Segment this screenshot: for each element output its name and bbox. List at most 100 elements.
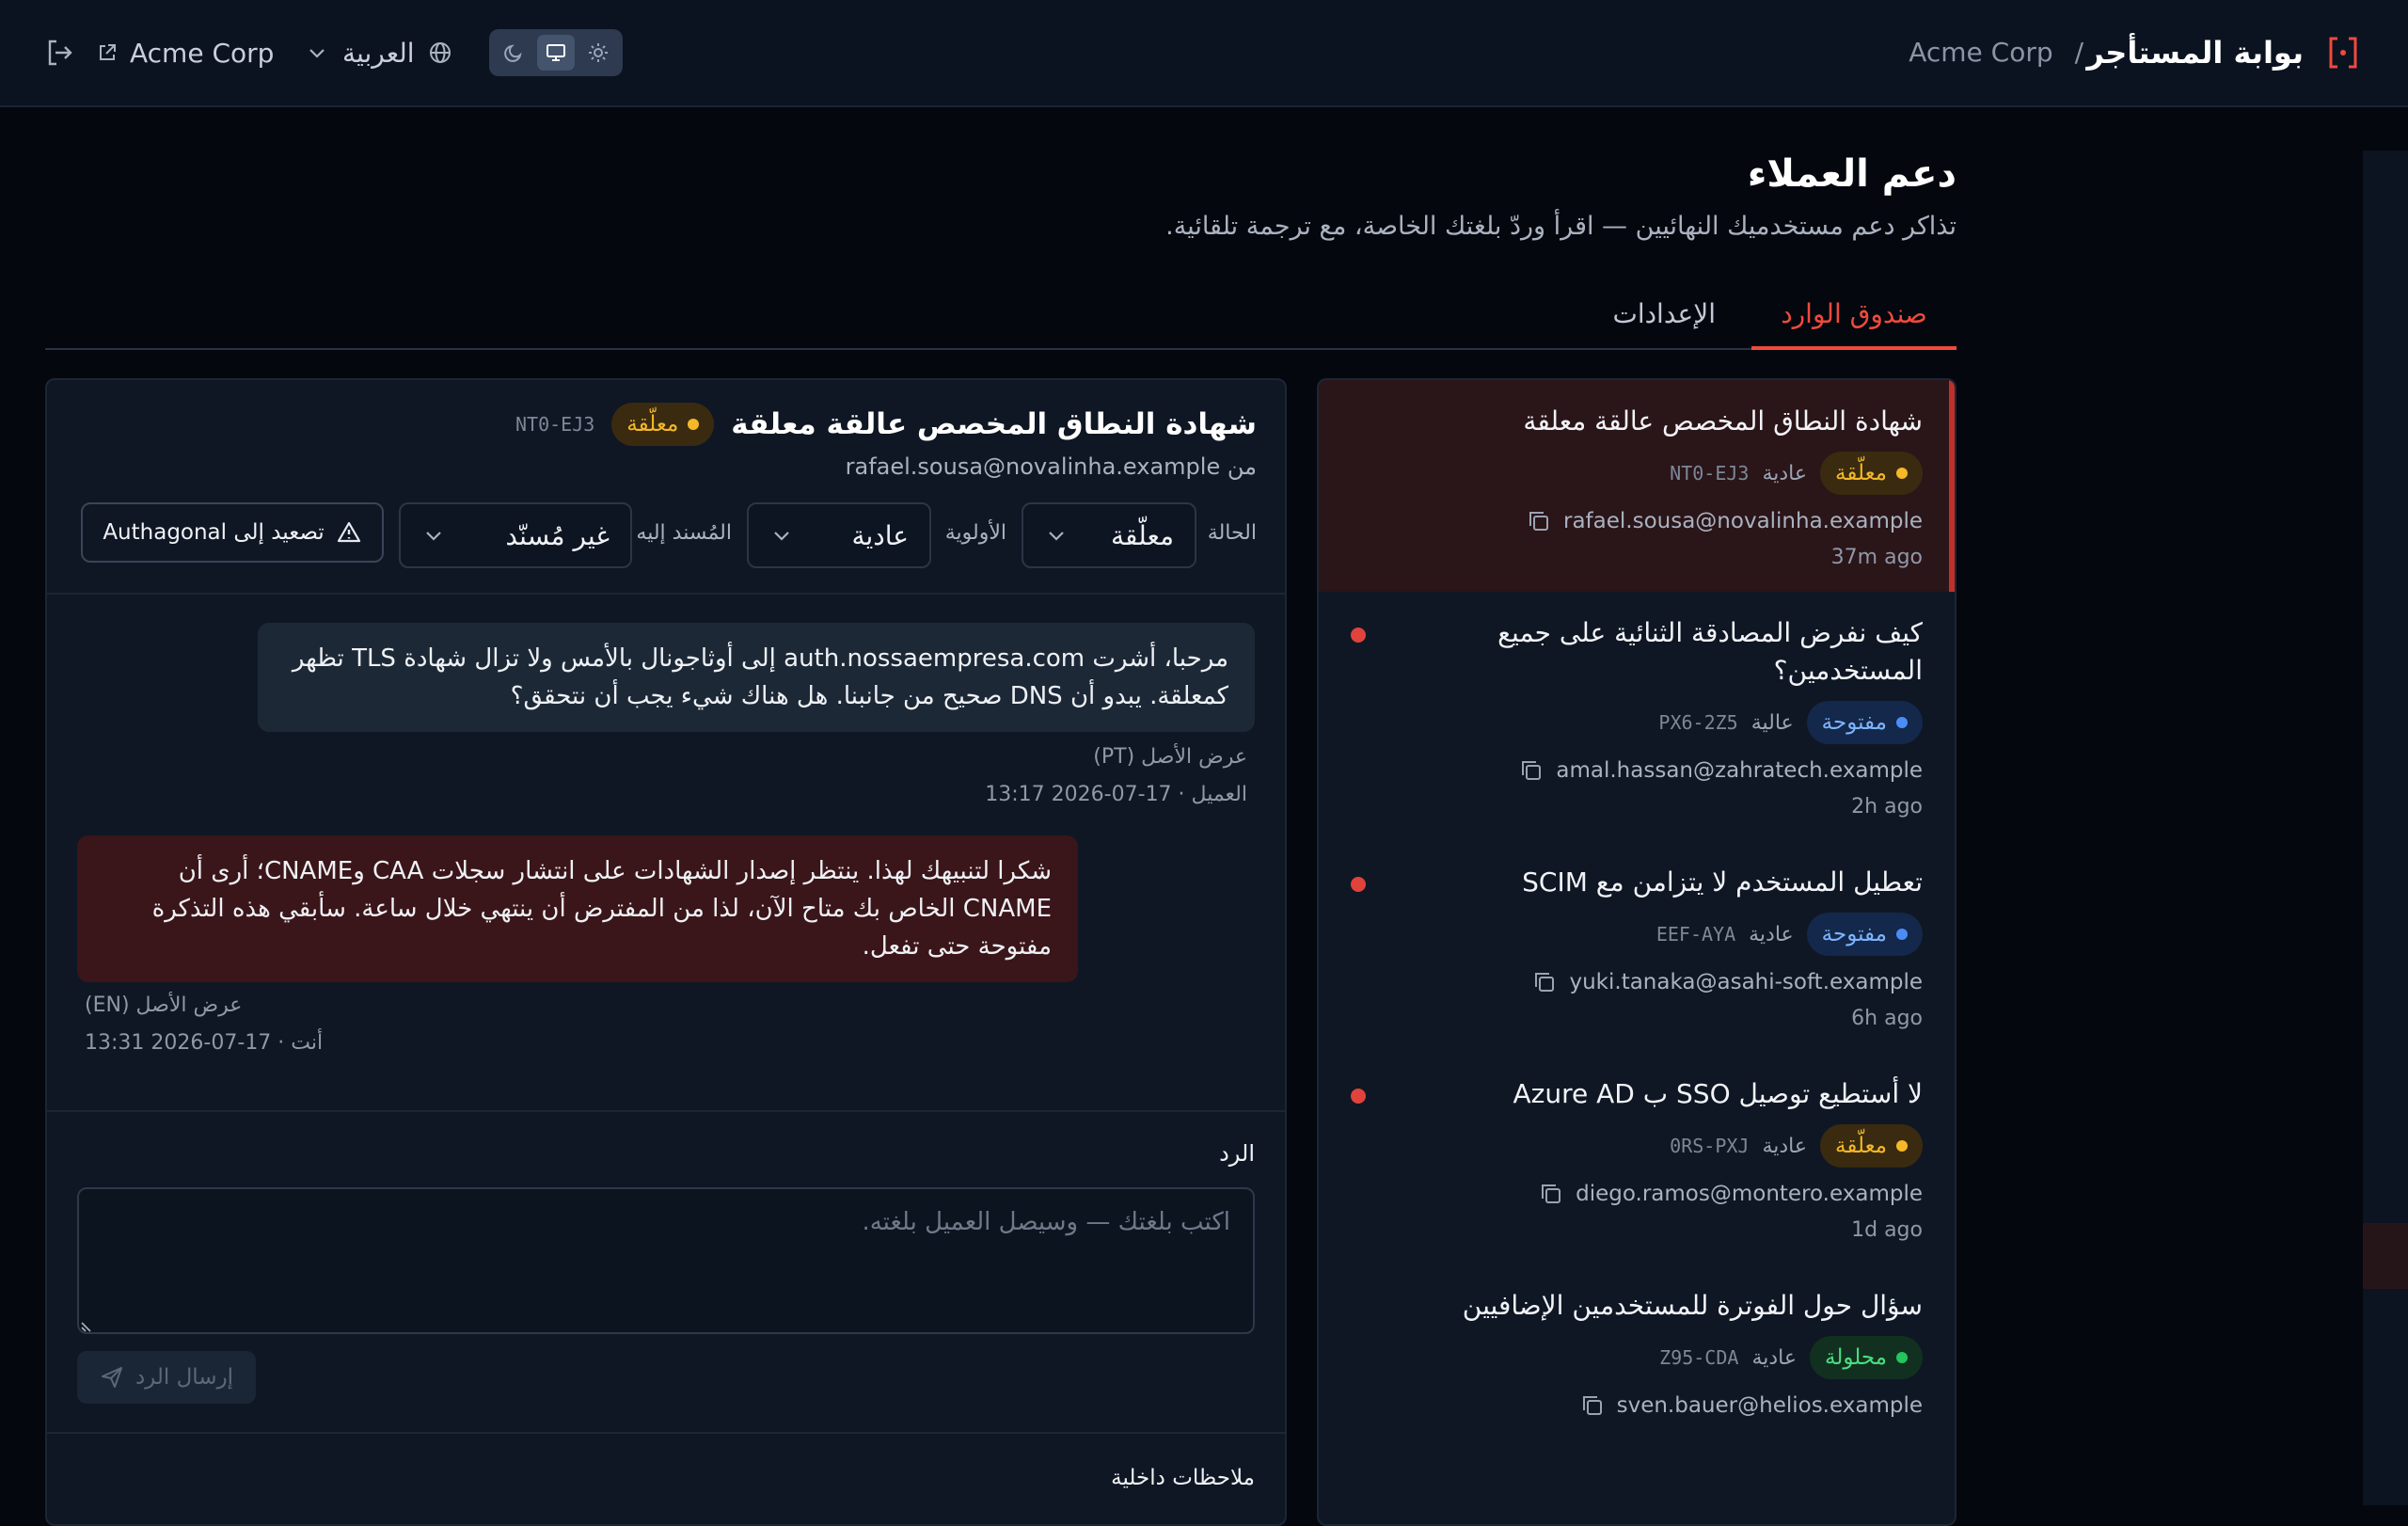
- send-reply-label: إرسال الرد: [135, 1365, 234, 1390]
- status-dot: [688, 419, 700, 430]
- ticket-meta: مفتوحة عادية EEF-AYA: [1351, 913, 1923, 956]
- copy-icon[interactable]: [1531, 969, 1558, 995]
- priority-label: الأولوية: [944, 521, 1006, 545]
- ticket-title: لا أستطيع توصيل SSO ب Azure AD: [1513, 1078, 1923, 1109]
- ticket-priority: عادية: [1749, 922, 1794, 946]
- view-original-link[interactable]: عرض الأصل (EN): [85, 993, 242, 1017]
- ticket-meta: مفتوحة عالية PX6-2Z5: [1351, 701, 1923, 744]
- status-dot: [1896, 1140, 1908, 1152]
- chevron-down-icon: [1049, 532, 1064, 541]
- chevron-down-icon: [426, 532, 441, 541]
- breadcrumb[interactable]: Acme Corp /: [1909, 32, 2083, 73]
- ticket-title: تعطيل المستخدم لا يتزامن مع SCIM: [1522, 866, 1923, 898]
- moon-icon: [504, 44, 522, 62]
- ticket-email: yuki.tanaka@asahi-soft.example: [1569, 970, 1923, 994]
- scrollbar-thumb[interactable]: [2363, 1223, 2408, 1289]
- external-link-icon: [100, 44, 116, 60]
- breadcrumb-separator: /: [2074, 37, 2083, 68]
- ticket-id: NT0-EJ3: [1670, 462, 1750, 485]
- tab-settings[interactable]: الإعدادات: [1612, 295, 1716, 350]
- status-badge: معلّقة: [1820, 1124, 1923, 1168]
- language-label: العربية: [342, 37, 415, 69]
- monitor-icon: [547, 44, 565, 61]
- ticket-id: 0RS-PXJ: [1670, 1135, 1750, 1157]
- ticket-title: شهادة النطاق المخصص عالقة معلقة: [1523, 405, 1923, 437]
- copy-icon[interactable]: [1526, 508, 1552, 534]
- globe-icon: [429, 42, 451, 63]
- agent-message: شكرا لتنبيهك لهذا. ينتظر إصدار الشهادات …: [77, 835, 1078, 982]
- ticket-email: sven.bauer@helios.example: [1616, 1393, 1923, 1418]
- ticket-id: PX6-2Z5: [1658, 711, 1738, 734]
- divider: [47, 593, 1285, 595]
- top-bar: بوابة المستأجر Acme Corp / Acme Corp الع…: [0, 0, 2408, 107]
- copy-icon[interactable]: [1538, 1181, 1564, 1207]
- divider: [47, 1110, 1285, 1112]
- status-badge: معلّقة: [1820, 452, 1923, 495]
- ticket-list-item[interactable]: كيف نفرض المصادقة الثنائية على جميع المس…: [1319, 592, 1955, 841]
- copy-icon[interactable]: [1579, 1392, 1606, 1419]
- reply-label: الرد: [1219, 1140, 1255, 1167]
- assignee-select[interactable]: غير مُسنّد: [399, 502, 632, 568]
- copy-icon[interactable]: [1518, 757, 1545, 784]
- ticket-list-item[interactable]: شهادة النطاق المخصص عالقة معلقة معلّقة ع…: [1319, 380, 1955, 592]
- status-dot: [1896, 1352, 1908, 1363]
- theme-dark-button[interactable]: [495, 35, 532, 71]
- theme-system-button[interactable]: [537, 35, 575, 71]
- status-text: مفتوحة: [1821, 710, 1887, 735]
- breadcrumb-tenant[interactable]: Acme Corp: [1909, 37, 2052, 68]
- escalate-button[interactable]: تصعيد إلى Authagonal: [81, 502, 384, 563]
- ticket-priority: عادية: [1762, 461, 1807, 485]
- page-title: دعم العملاء: [1747, 152, 1956, 196]
- status-dot: [1896, 717, 1908, 728]
- view-original-link[interactable]: عرض الأصل (PT): [1093, 745, 1247, 769]
- tab-inbox[interactable]: صندوق الوارد: [1751, 295, 1956, 350]
- ticket-meta: معلّقة عادية 0RS-PXJ: [1351, 1124, 1923, 1168]
- unread-indicator: [1351, 628, 1366, 643]
- ticket-meta: محلولة عادية Z95-CDA: [1351, 1336, 1923, 1379]
- ticket-detail-title: شهادة النطاق المخصص عالقة معلقة: [731, 407, 1257, 441]
- ticket-time: 37m ago: [1830, 546, 1923, 569]
- internal-notes-label: ملاحظات داخلية: [1111, 1466, 1255, 1490]
- escalate-label: تصعيد إلى Authagonal: [103, 520, 325, 545]
- ticket-list-item[interactable]: لا أستطيع توصيل SSO ب Azure AD معلّقة عا…: [1319, 1053, 1955, 1264]
- status-label: الحالة: [1207, 521, 1257, 545]
- resize-grip-icon[interactable]: [81, 1319, 94, 1332]
- priority-select[interactable]: عادية: [747, 502, 931, 568]
- ticket-email: amal.hassan@zahratech.example: [1556, 758, 1923, 783]
- ticket-from: من rafael.sousa@novalinha.example: [846, 453, 1257, 480]
- status-text: معلّقة: [626, 412, 679, 437]
- tenant-external-link[interactable]: Acme Corp: [96, 32, 274, 73]
- ticket-time: 1d ago: [1851, 1218, 1923, 1242]
- theme-light-button[interactable]: [579, 35, 617, 71]
- status-text: مفتوحة: [1821, 922, 1887, 946]
- tab-bar: صندوق الوارد الإعدادات: [45, 284, 1956, 350]
- warning-icon: [337, 521, 360, 543]
- ticket-email: rafael.sousa@novalinha.example: [1563, 509, 1923, 533]
- ticket-email: diego.ramos@montero.example: [1576, 1182, 1923, 1206]
- ticket-id: NT0-EJ3: [515, 413, 595, 436]
- ticket-title: كيف نفرض المصادقة الثنائية على جميع المس…: [1497, 617, 1923, 686]
- tenant-link-label: Acme Corp: [130, 37, 275, 69]
- ticket-title: سؤال حول الفوترة للمستخدمين الإضافيين: [1462, 1290, 1923, 1321]
- ticket-priority: عالية: [1751, 710, 1794, 735]
- status-badge: معلّقة: [611, 403, 715, 446]
- logout-icon[interactable]: [45, 38, 75, 68]
- chevron-down-icon: [309, 49, 325, 58]
- status-select[interactable]: معلّقة: [1022, 502, 1196, 568]
- ticket-list-item[interactable]: تعطيل المستخدم لا يتزامن مع SCIM مفتوحة …: [1319, 841, 1955, 1053]
- page-scrollbar[interactable]: [2363, 151, 2408, 1505]
- reply-textarea[interactable]: [77, 1187, 1255, 1334]
- ticket-detail-panel: شهادة النطاق المخصص عالقة معلقة معلّقة N…: [45, 378, 1287, 1526]
- status-text: معلّقة: [1835, 1134, 1887, 1158]
- ticket-list-item[interactable]: سؤال حول الفوترة للمستخدمين الإضافيين مح…: [1319, 1264, 1955, 1419]
- customer-message: مرحبا، أشرت auth.nossaempresa.com إلى أو…: [258, 623, 1255, 732]
- ticket-detail-header: شهادة النطاق المخصص عالقة معلقة معلّقة N…: [515, 403, 1257, 446]
- theme-toggle: [489, 29, 623, 76]
- send-reply-button[interactable]: إرسال الرد: [77, 1351, 256, 1404]
- ticket-meta: معلّقة عادية NT0-EJ3: [1351, 452, 1923, 495]
- divider: [47, 1432, 1285, 1434]
- page-subtitle: تذاكر دعم مستخدميك النهائيين — اقرأ وردّ…: [1165, 212, 1956, 241]
- chevron-down-icon: [774, 532, 789, 541]
- from-label: من: [1227, 453, 1257, 480]
- language-select[interactable]: العربية: [305, 32, 452, 73]
